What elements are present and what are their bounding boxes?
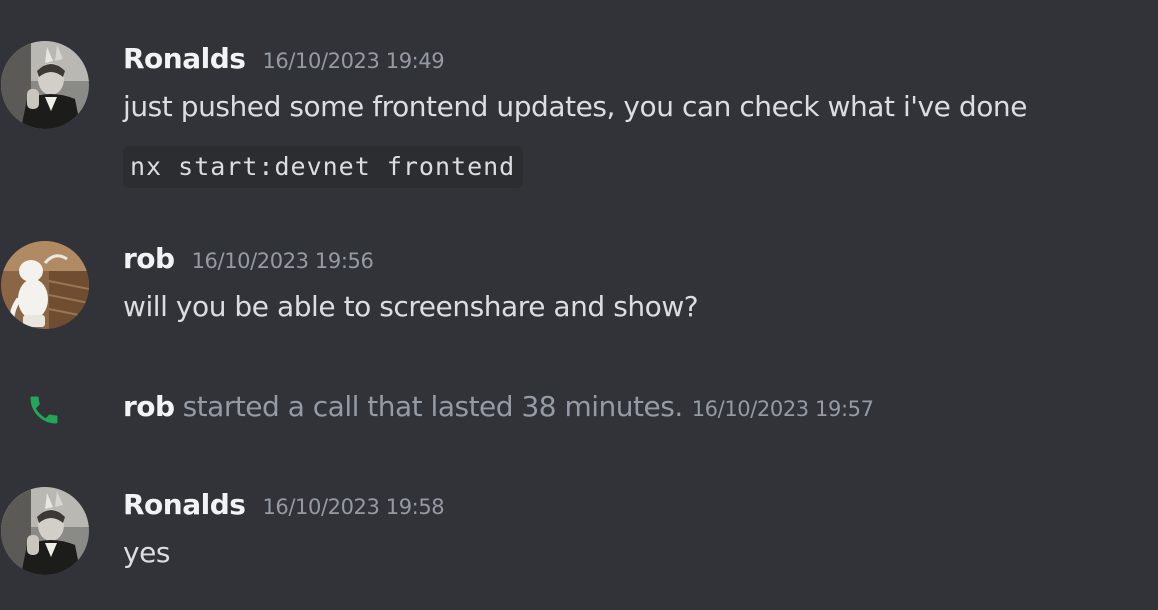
username[interactable]: rob [123, 242, 175, 275]
username[interactable]: Ronalds [123, 488, 246, 521]
avatar[interactable] [1, 487, 89, 575]
message-text: will you be able to screenshare and show… [123, 290, 699, 323]
timestamp[interactable]: 16/10/2023 19:58 [262, 495, 444, 519]
inline-code: nx start:devnet frontend [123, 146, 524, 188]
call-description: started a call that lasted 38 minutes. [182, 390, 684, 423]
ronalds-avatar-image [1, 487, 89, 575]
timestamp[interactable]: 16/10/2023 19:57 [692, 397, 874, 421]
message-text: yes [123, 536, 171, 569]
timestamp[interactable]: 16/10/2023 19:49 [262, 49, 444, 73]
avatar[interactable] [1, 41, 89, 129]
rob-avatar-image [1, 241, 89, 329]
ronalds-avatar-image [1, 41, 89, 129]
timestamp[interactable]: 16/10/2023 19:56 [192, 249, 374, 273]
call-username[interactable]: rob [123, 390, 175, 423]
avatar[interactable] [1, 241, 89, 329]
message-text: just pushed some frontend updates, you c… [123, 90, 1027, 123]
phone-icon [30, 396, 58, 424]
username[interactable]: Ronalds [123, 42, 246, 75]
